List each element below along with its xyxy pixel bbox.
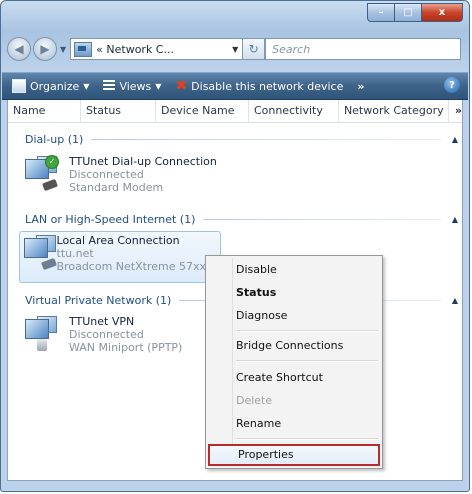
views-icon: [103, 80, 116, 92]
connection-status: ttu.net: [56, 247, 94, 260]
disable-device-button[interactable]: ✖ Disable this network device: [175, 78, 344, 94]
network-cable-icon: [41, 257, 57, 271]
menu-item-diagnose[interactable]: Diagnose: [208, 305, 380, 327]
menu-separator: [236, 360, 378, 362]
more-columns-button[interactable]: »: [449, 100, 462, 122]
forward-button[interactable]: ▶: [33, 37, 57, 61]
context-menu: Disable Status Diagnose Bridge Connectio…: [205, 255, 383, 469]
dial-up-connection-icon: ✓: [23, 155, 63, 195]
lan-connection-icon: [22, 234, 57, 274]
menu-item-bridge-connections[interactable]: Bridge Connections: [208, 335, 380, 357]
menu-item-disable[interactable]: Disable: [208, 259, 380, 281]
address-bar[interactable]: « Network C... ▼: [70, 38, 244, 60]
chevron-down-icon: ▼: [155, 81, 162, 91]
organize-icon: [12, 79, 26, 93]
group-label: LAN or High-Speed Internet (1): [25, 212, 196, 226]
maximize-button[interactable]: □: [395, 3, 422, 22]
connection-status: Disconnected: [69, 168, 144, 181]
disable-device-label: Disable this network device: [191, 79, 344, 93]
organize-label: Organize: [30, 79, 80, 93]
column-name[interactable]: Name: [8, 100, 81, 122]
network-connections-window: – □ x ◀ ▶ ▼ « Network C... ▼ ↻ Search Or…: [0, 0, 470, 492]
navigation-bar: ◀ ▶ ▼ « Network C... ▼ ↻ Search: [7, 35, 461, 63]
collapse-chevron-icon[interactable]: ▲: [449, 296, 461, 305]
list-item-dial-up[interactable]: ✓ TTUnet Dial-up Connection Disconnected…: [23, 155, 217, 195]
close-button[interactable]: x: [422, 3, 463, 22]
list-item-vpn[interactable]: TTUnet VPN Disconnected WAN Miniport (PP…: [23, 315, 182, 355]
help-icon[interactable]: ?: [444, 77, 460, 93]
minimize-button[interactable]: –: [367, 3, 395, 22]
connection-device: Standard Modem: [69, 181, 164, 194]
group-divider: [91, 138, 441, 140]
server-icon: [37, 339, 47, 351]
connection-device: Broadcom NetXtreme 57xx ...: [56, 260, 220, 273]
column-device-name[interactable]: Device Name: [156, 100, 249, 122]
connection-device: WAN Miniport (PPTP): [69, 341, 183, 354]
group-divider: [203, 218, 441, 220]
menu-separator: [236, 330, 378, 332]
connection-name: Local Area Connection: [56, 234, 180, 247]
menu-item-rename[interactable]: Rename: [208, 413, 380, 435]
red-x-icon: ✖: [175, 78, 188, 94]
connection-status: Disconnected: [69, 328, 144, 341]
recent-pages-dropdown-icon[interactable]: ▼: [60, 45, 66, 54]
default-check-icon: ✓: [45, 155, 59, 169]
menu-item-create-shortcut[interactable]: Create Shortcut: [208, 367, 380, 389]
organize-button[interactable]: Organize ▼: [12, 79, 89, 93]
connection-name: TTUnet VPN: [69, 315, 135, 328]
menu-separator: [236, 438, 378, 440]
more-commands-button[interactable]: »: [357, 80, 364, 93]
chevron-down-icon: ▼: [83, 81, 90, 91]
group-label: Virtual Private Network (1): [25, 293, 172, 307]
menu-item-properties[interactable]: Properties: [208, 444, 380, 466]
refresh-button[interactable]: ↻: [243, 38, 266, 60]
list-item-local-area-connection[interactable]: Local Area Connection ttu.net Broadcom N…: [19, 231, 221, 283]
network-folder-icon: [74, 41, 93, 57]
connection-name: TTUnet Dial-up Connection: [69, 155, 217, 168]
column-status[interactable]: Status: [81, 100, 156, 122]
collapse-chevron-icon[interactable]: ▲: [449, 215, 461, 224]
group-dial-up[interactable]: Dial-up (1) ▲: [25, 132, 461, 146]
command-toolbar: Organize ▼ Views ▼ ✖ Disable this networ…: [2, 72, 468, 100]
menu-item-delete: Delete: [236, 394, 273, 407]
address-dropdown-icon[interactable]: ▼: [228, 45, 242, 54]
group-lan[interactable]: LAN or High-Speed Internet (1) ▲: [25, 212, 461, 226]
search-input[interactable]: Search: [265, 38, 461, 60]
group-label: Dial-up (1): [25, 132, 84, 146]
vpn-connection-icon: [23, 315, 63, 355]
collapse-chevron-icon[interactable]: ▲: [449, 135, 461, 144]
caption-buttons: – □ x: [367, 3, 463, 22]
menu-item-status[interactable]: Status: [208, 282, 380, 304]
back-button[interactable]: ◀: [7, 37, 31, 61]
views-button[interactable]: Views ▼: [103, 80, 161, 93]
views-label: Views: [119, 79, 152, 93]
modem-icon: [42, 178, 58, 192]
address-text: « Network C...: [96, 42, 174, 56]
column-network-category[interactable]: Network Category: [339, 100, 449, 122]
column-headers: Name Status Device Name Connectivity Net…: [8, 100, 462, 123]
column-connectivity[interactable]: Connectivity: [249, 100, 339, 122]
